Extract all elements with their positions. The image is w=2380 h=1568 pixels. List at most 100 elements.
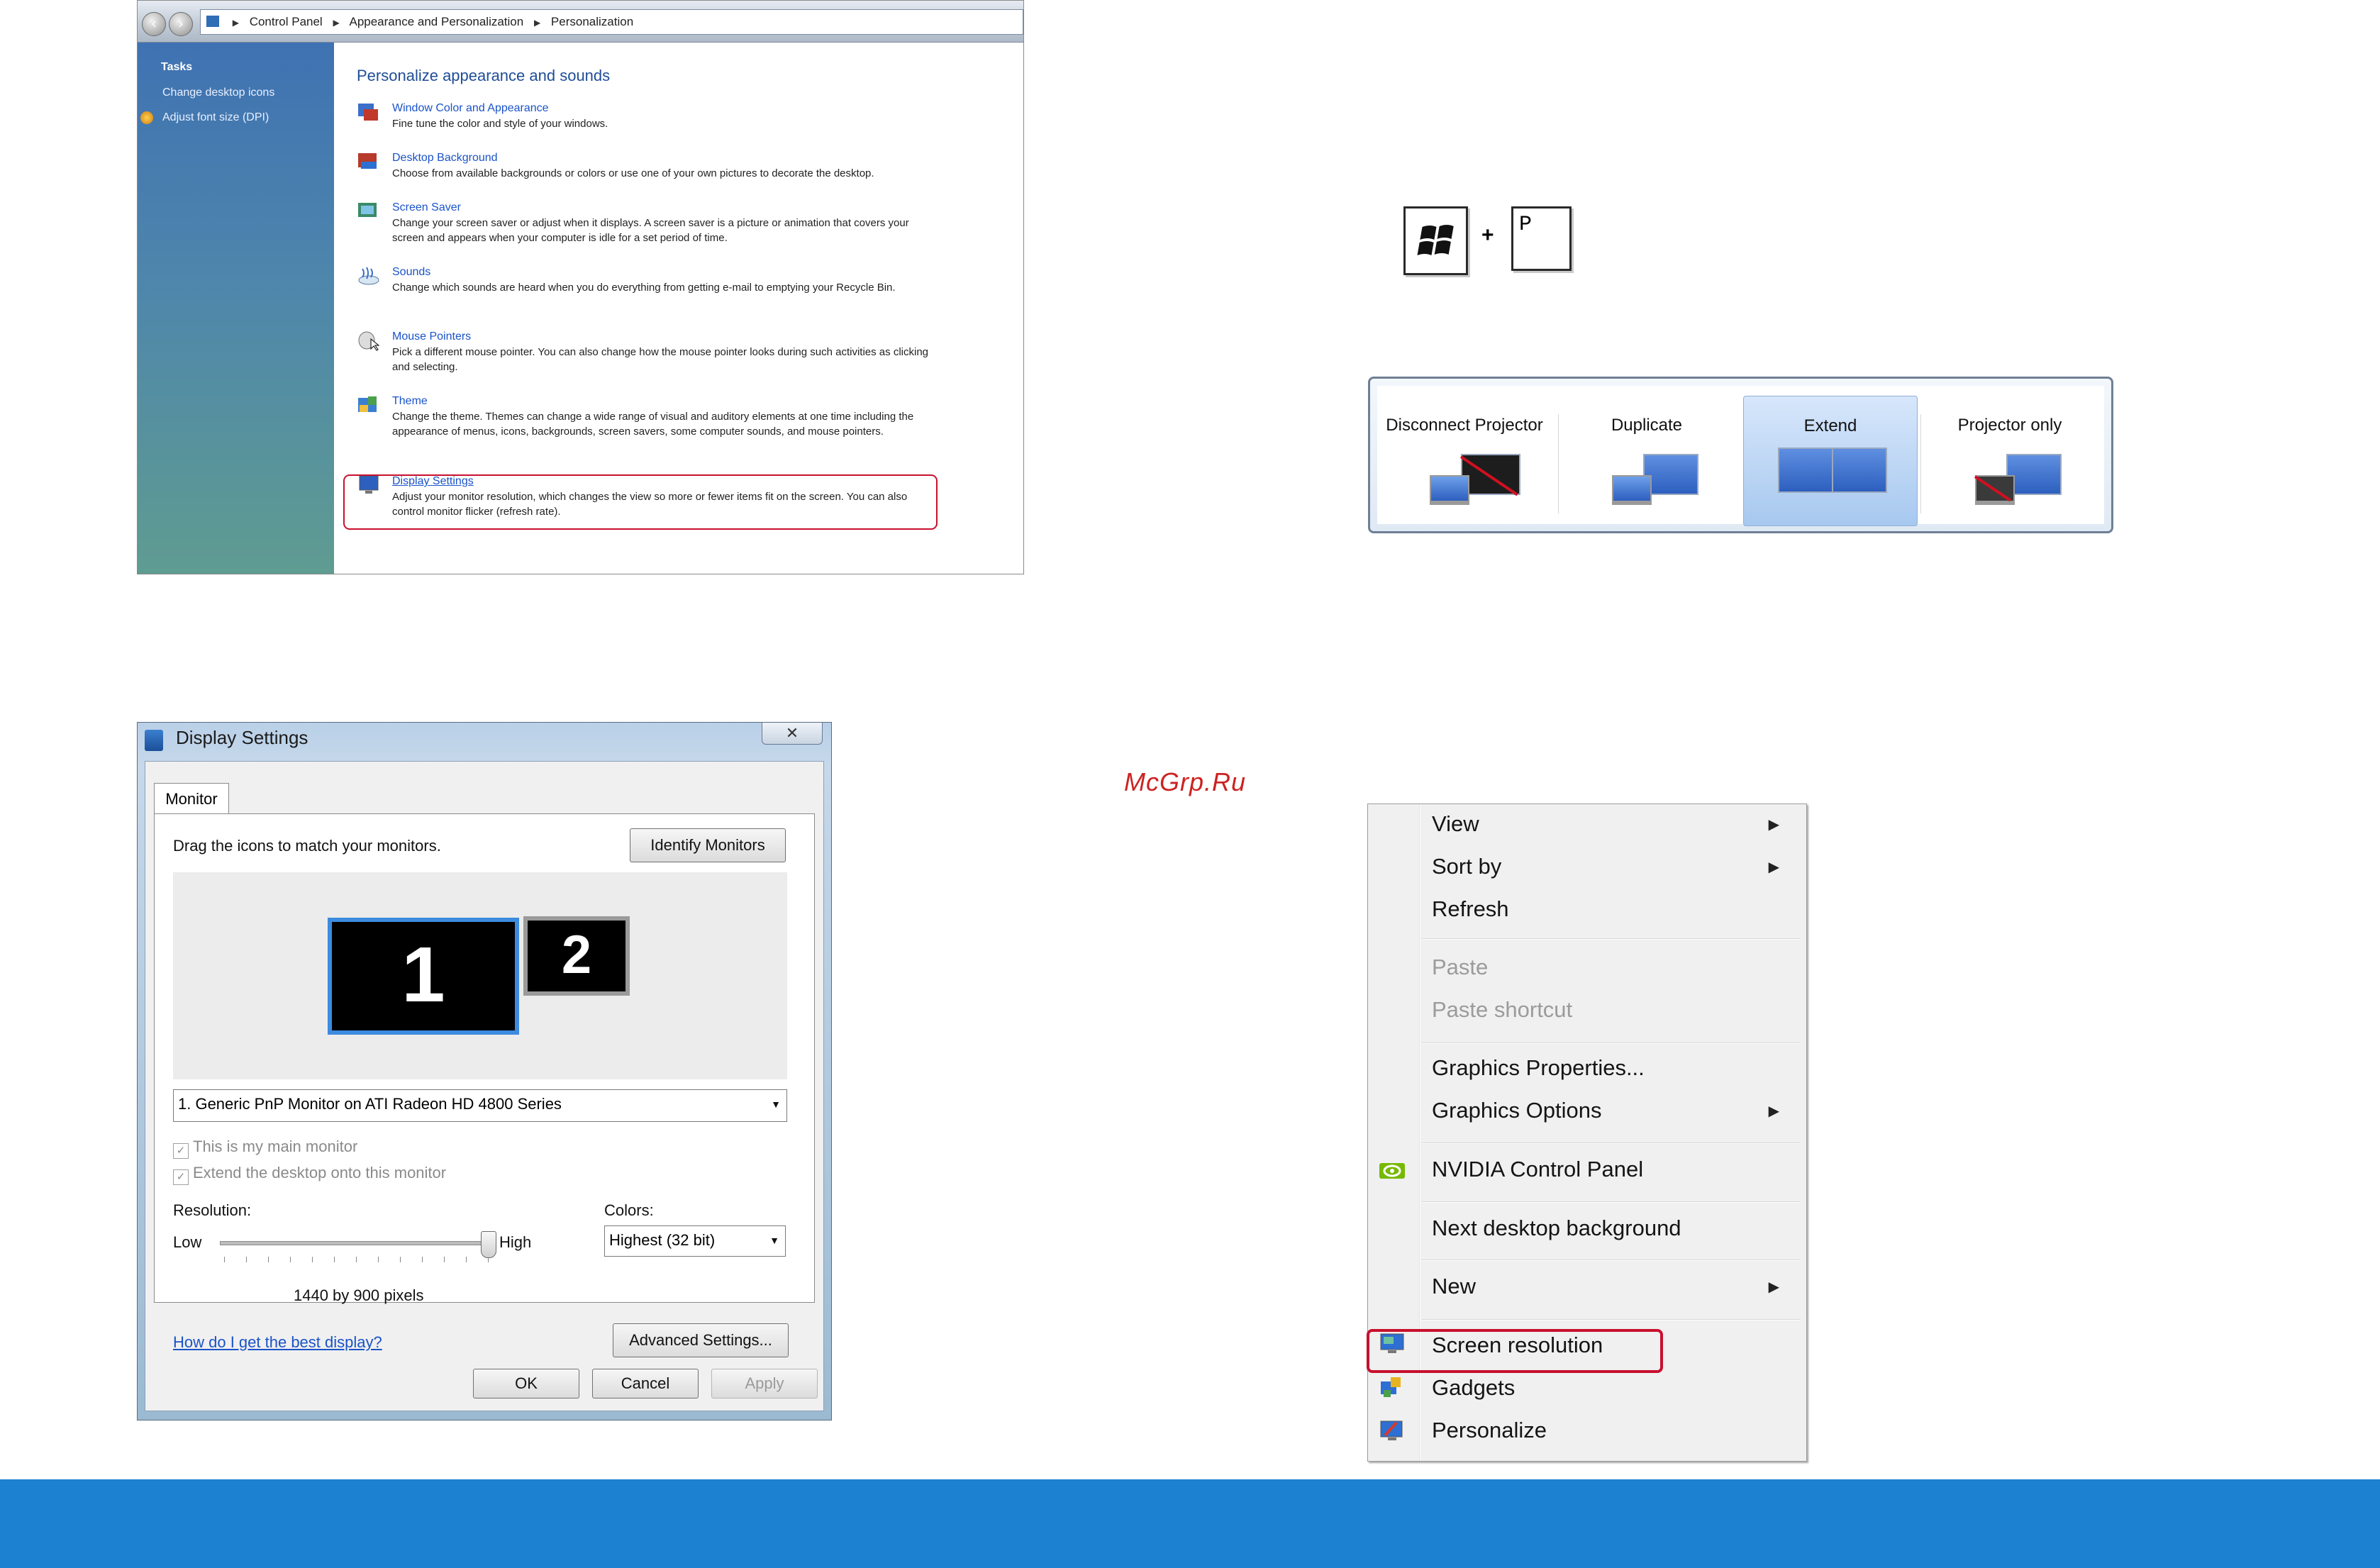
extend-desktop-label: Extend the desktop onto this monitor [193, 1164, 447, 1181]
windows-logo-icon [1417, 225, 1454, 255]
menu-item-gadgets[interactable]: Gadgets [1432, 1375, 1515, 1401]
extend-label: Extend [1803, 416, 1857, 435]
projector-switcher: Disconnect Projector Duplicate Extend Pr… [1368, 377, 2113, 533]
sounds-link[interactable]: Sounds [392, 265, 931, 280]
theme-item: Theme Change the theme. Themes can chang… [358, 394, 931, 439]
checkmark-icon: ✓ [173, 1143, 189, 1159]
option-divider [1920, 414, 1921, 513]
menu-item-new[interactable]: New [1432, 1274, 1476, 1299]
menu-item-graphics-options[interactable]: Graphics Options [1432, 1098, 1602, 1123]
resolution-slider-ticks [224, 1257, 489, 1264]
monitor-select[interactable]: 1. Generic PnP Monitor on ATI Radeon HD … [173, 1089, 787, 1122]
menu-item-personalize[interactable]: Personalize [1432, 1418, 1547, 1443]
extend-left-screen-icon [1778, 447, 1833, 493]
apply-button[interactable]: Apply [711, 1369, 818, 1399]
sounds-icon [358, 267, 379, 285]
desktop-background-desc: Choose from available backgrounds or col… [392, 167, 874, 179]
cancel-button[interactable]: Cancel [592, 1369, 699, 1399]
nvidia-icon [1379, 1163, 1405, 1179]
breadcrumb[interactable]: ▶ Control Panel ▶ Appearance and Persona… [200, 9, 1023, 35]
menu-separator [1422, 1042, 1801, 1044]
menu-item-paste: Paste [1432, 955, 1489, 979]
mouse-pointer-icon [358, 331, 380, 351]
extend-desktop-checkbox[interactable]: ✓ Extend the desktop onto this monitor [173, 1164, 446, 1185]
desktop-background-item: Desktop Background Choose from available… [358, 150, 931, 181]
duplicate-option[interactable]: Duplicate [1559, 396, 1734, 526]
window-color-item: Window Color and Appearance Fine tune th… [358, 101, 931, 131]
colors-select[interactable]: Highest (32 bit) ▼ [604, 1225, 786, 1257]
forward-icon[interactable]: › [169, 12, 193, 36]
monitor-2[interactable]: 2 [523, 916, 630, 996]
back-icon[interactable]: ‹ [142, 12, 166, 36]
resolution-slider-track[interactable] [220, 1241, 494, 1245]
ok-button[interactable]: OK [473, 1369, 579, 1399]
slider-tick [400, 1257, 401, 1262]
breadcrumb-personalization[interactable]: Personalization [551, 15, 633, 28]
monitor-1[interactable]: 1 [328, 918, 519, 1035]
disconnect-projector-label: Disconnect Projector [1386, 416, 1543, 435]
address-bar: ‹ › ▶ Control Panel ▶ Appearance and Per… [138, 1, 1023, 43]
theme-link[interactable]: Theme [392, 394, 931, 409]
window-color-link[interactable]: Window Color and Appearance [392, 101, 931, 116]
extend-right-screen-icon [1832, 447, 1887, 493]
breadcrumb-control-panel[interactable]: Control Panel [250, 15, 323, 28]
tab-monitor[interactable]: Monitor [154, 783, 229, 815]
resolution-slider-thumb[interactable] [481, 1231, 496, 1258]
screen-saver-icon [358, 203, 377, 217]
menu-item-nvidia-control-panel[interactable]: NVIDIA Control Panel [1432, 1157, 1643, 1182]
dialog-body: Monitor Drag the icons to match your mon… [145, 761, 824, 1411]
menu-separator [1422, 1319, 1801, 1320]
mouse-pointers-item: Mouse Pointers Pick a different mouse po… [358, 329, 931, 374]
breadcrumb-separator-icon: ▶ [533, 18, 541, 28]
checkmark-icon: ✓ [173, 1169, 189, 1185]
advanced-settings-button[interactable]: Advanced Settings... [613, 1323, 789, 1357]
projector-options: Disconnect Projector Duplicate Extend Pr… [1377, 386, 2104, 526]
watermark: McGrp.Ru [1124, 767, 1247, 796]
gadgets-icon [1381, 1377, 1401, 1397]
duplicate-label: Duplicate [1611, 416, 1683, 435]
menu-separator [1422, 938, 1801, 940]
close-button[interactable]: ✕ [762, 723, 823, 745]
plus-sign: + [1481, 223, 1494, 247]
identify-monitors-button[interactable]: Identify Monitors [630, 828, 786, 862]
monitor-arrangement-area: 1 2 [173, 872, 787, 1079]
adjust-font-size-link[interactable]: Adjust font size (DPI) [162, 111, 269, 124]
menu-separator [1422, 1201, 1801, 1203]
main-monitor-label: This is my main monitor [193, 1138, 358, 1155]
desktop-background-icon [358, 153, 377, 169]
projector-only-option[interactable]: Projector only [1923, 396, 2097, 526]
best-display-help-link[interactable]: How do I get the best display? [173, 1333, 382, 1352]
slider-tick [356, 1257, 357, 1262]
change-desktop-icons-link[interactable]: Change desktop icons [162, 87, 274, 99]
submenu-arrow-icon: ▶ [1768, 1279, 1779, 1295]
menu-separator [1422, 1260, 1801, 1261]
window-color-desc: Fine tune the color and style of your wi… [392, 118, 608, 130]
personalization-content: Personalize appearance and sounds Window… [334, 43, 1023, 574]
extend-option[interactable]: Extend [1743, 396, 1918, 526]
screen-saver-item: Screen Saver Change your screen saver or… [358, 200, 931, 245]
slider-tick [268, 1257, 269, 1262]
control-panel-icon [206, 16, 219, 27]
chevron-down-icon: ▼ [771, 1099, 781, 1110]
tasks-heading: Tasks [161, 61, 193, 73]
colors-label: Colors: [604, 1201, 654, 1219]
menu-item-refresh[interactable]: Refresh [1432, 896, 1509, 922]
display-settings-dialog: Display Settings ✕ Monitor Drag the icon… [137, 722, 832, 1420]
resolution-low-label: Low [173, 1233, 202, 1251]
menu-item-sort-by[interactable]: Sort by [1432, 854, 1501, 879]
breadcrumb-appearance[interactable]: Appearance and Personalization [349, 15, 523, 28]
menu-item-graphics-properties[interactable]: Graphics Properties... [1432, 1055, 1645, 1081]
disconnect-projector-option[interactable]: Disconnect Projector [1377, 396, 1552, 526]
submenu-arrow-icon: ▶ [1768, 1103, 1779, 1119]
submenu-arrow-icon: ▶ [1768, 817, 1779, 833]
page-title: Personalize appearance and sounds [357, 67, 611, 84]
footer-bar [0, 1479, 2380, 1568]
screen-saver-link[interactable]: Screen Saver [392, 200, 931, 216]
menu-item-view[interactable]: View [1432, 811, 1479, 837]
menu-item-next-desktop-background[interactable]: Next desktop background [1432, 1216, 1681, 1241]
mouse-pointers-link[interactable]: Mouse Pointers [392, 329, 931, 345]
sounds-item: Sounds Change which sounds are heard whe… [358, 265, 931, 295]
desktop-background-link[interactable]: Desktop Background [392, 150, 931, 166]
tasks-sidebar: Tasks Change desktop icons Adjust font s… [138, 43, 334, 574]
main-monitor-checkbox[interactable]: ✓ This is my main monitor [173, 1138, 357, 1159]
